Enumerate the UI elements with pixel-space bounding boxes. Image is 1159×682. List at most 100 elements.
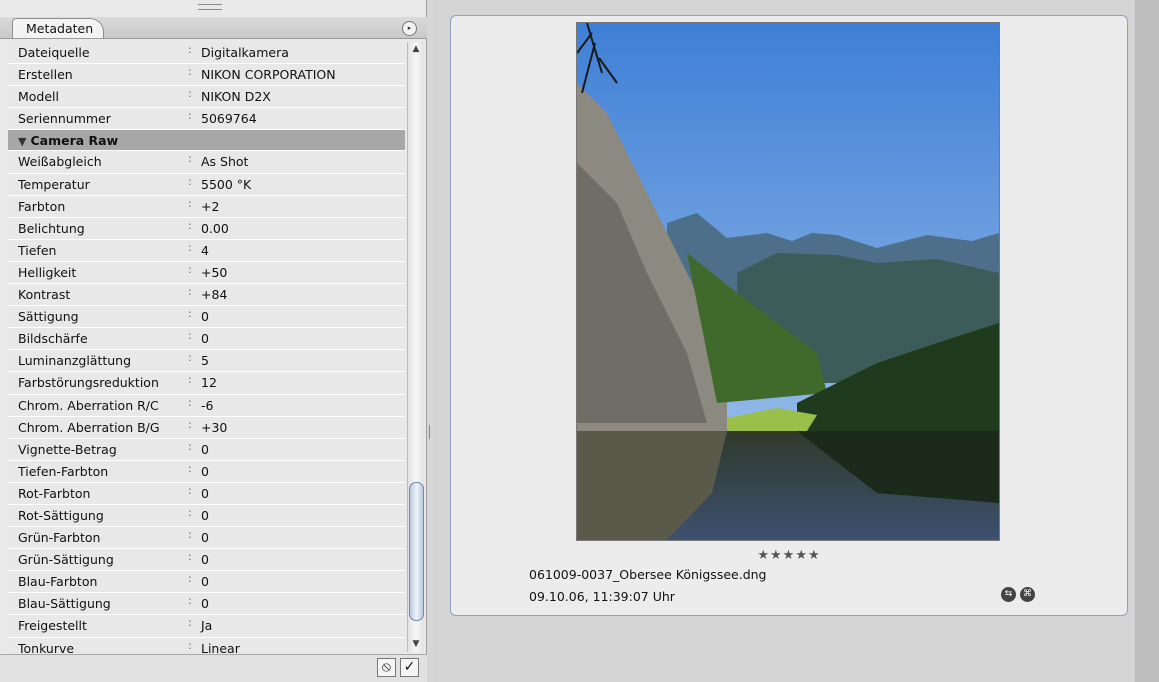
metadata-row: Tiefen-Farbton:0 — [8, 460, 405, 483]
metadata-separator: : — [188, 505, 192, 519]
metadata-label: Modell — [18, 89, 60, 105]
metadata-row: Farbstörungsreduktion:12 — [8, 372, 405, 395]
disclosure-triangle-icon[interactable]: ▼ — [18, 135, 26, 148]
metadata-row: Luminanzglättung:5 — [8, 350, 405, 373]
metadata-value: +30 — [201, 419, 228, 435]
metadata-separator: : — [188, 351, 192, 365]
metadata-separator: : — [188, 483, 192, 497]
metadata-label: Chrom. Aberration B/G — [18, 419, 160, 435]
metadata-separator: : — [188, 594, 192, 608]
metadata-row: Seriennummer:5069764 — [8, 108, 405, 131]
cancel-button[interactable]: ⦸ — [377, 658, 396, 677]
metadata-value: 5500 °K — [201, 176, 252, 192]
scroll-thumb[interactable] — [409, 482, 424, 621]
scrollbar[interactable]: ▲ ▼ — [407, 42, 424, 652]
metadata-separator: : — [188, 262, 192, 276]
metadata-label: Helligkeit — [18, 264, 77, 280]
landscape-photo — [577, 23, 999, 540]
metadata-label: Farbton — [18, 198, 66, 214]
panel-menu-icon[interactable]: ▸ — [402, 21, 417, 36]
metadata-value: 0 — [201, 309, 209, 325]
metadata-list: Dateiquelle: Digitalkamera Erstellen: NIKON… — [8, 42, 405, 682]
tab-metadata[interactable]: Metadaten — [12, 18, 104, 38]
metadata-label: Vignette-Betrag — [18, 441, 117, 457]
metadata-value: 0.00 — [201, 220, 229, 236]
metadata-label: Seriennummer — [18, 111, 111, 127]
photo-thumbnail[interactable] — [576, 22, 1000, 541]
metadata-value: Digitalkamera — [201, 45, 289, 60]
metadata-value: NIKON D2X — [201, 89, 271, 105]
thumbnail-card[interactable]: ★★★★★ 061009-0037_Obersee Königssee.dng … — [450, 15, 1128, 616]
metadata-separator: : — [188, 528, 192, 542]
metadata-label: Rot-Farbton — [18, 485, 91, 501]
panel-resize-grip[interactable] — [198, 4, 222, 10]
metadata-value: +2 — [201, 198, 220, 214]
metadata-row: Chrom. Aberration B/G: +30 — [8, 416, 405, 439]
metadata-separator: : — [188, 240, 192, 254]
metadata-separator: : — [188, 638, 192, 652]
metadata-row: Belichtung:0.00 — [8, 217, 405, 240]
right-panel-edge — [1135, 0, 1159, 682]
metadata-value: 12 — [201, 375, 217, 391]
scroll-down-arrow-icon[interactable]: ▼ — [408, 637, 424, 652]
metadata-value: 0 — [201, 485, 209, 501]
metadata-row: Grün-Sättigung:0 — [8, 549, 405, 572]
metadata-separator: : — [188, 550, 192, 564]
metadata-value: 0 — [201, 574, 209, 590]
metadata-separator: : — [188, 174, 192, 188]
metadata-separator: : — [188, 65, 192, 79]
metadata-row: Modell: NIKON D2X — [8, 86, 405, 109]
metadata-value: 0 — [201, 331, 209, 347]
capture-date: 09.10.06, 11:39:07 Uhr — [529, 589, 675, 604]
metadata-separator: : — [188, 87, 192, 101]
metadata-separator: : — [188, 461, 192, 475]
metadata-separator: : — [188, 152, 192, 166]
metadata-separator: : — [188, 329, 192, 343]
panel-tab-bar: Metadaten ▸ — [0, 17, 427, 39]
metadata-row: Chrom. Aberration R/C: -6 — [8, 394, 405, 417]
metadata-row: Rot-Farbton:0 — [8, 482, 405, 505]
content-area: ★★★★★ 061009-0037_Obersee Königssee.dng … — [433, 0, 1159, 682]
star-rating[interactable]: ★★★★★ — [451, 548, 1127, 563]
metadata-separator: : — [188, 285, 192, 299]
adjustments-badge-icon: ⇆ — [1001, 587, 1016, 602]
metadata-label: Belichtung — [18, 220, 85, 236]
metadata-row: Temperatur:5500 °K — [8, 173, 405, 196]
metadata-value: 5 — [201, 353, 209, 369]
metadata-row: Erstellen: NIKON CORPORATION — [8, 64, 405, 87]
metadata-separator: : — [188, 196, 192, 210]
metadata-label: Dateiquelle — [18, 45, 90, 60]
metadata-row: Weißabgleich: As Shot — [8, 151, 405, 174]
metadata-value: -6 — [201, 397, 214, 413]
cancel-icon: ⦸ — [381, 659, 392, 675]
apply-button[interactable]: ✓ — [400, 658, 419, 677]
crop-badge-icon: ⌘ — [1020, 587, 1035, 602]
metadata-value: NIKON CORPORATION — [201, 67, 336, 83]
metadata-label: Luminanzglättung — [18, 353, 132, 369]
scroll-up-arrow-icon[interactable]: ▲ — [408, 42, 424, 57]
metadata-row: Blau-Sättigung:0 — [8, 593, 405, 616]
file-name: 061009-0037_Obersee Königssee.dng — [529, 567, 767, 582]
metadata-row: Blau-Farbton:0 — [8, 571, 405, 594]
metadata-label: Weißabgleich — [18, 154, 102, 170]
metadata-label: Grün-Sättigung — [18, 552, 114, 568]
metadata-separator: : — [188, 109, 192, 123]
metadata-row: Sättigung:0 — [8, 306, 405, 329]
metadata-separator: : — [188, 395, 192, 409]
metadata-label: Temperatur — [18, 176, 90, 192]
panel-footer: ⦸ ✓ — [0, 654, 427, 682]
metadata-label: Blau-Farbton — [18, 574, 98, 590]
metadata-row: Rot-Sättigung:0 — [8, 504, 405, 528]
metadata-label: Tiefen-Farbton — [18, 463, 109, 479]
metadata-label: Kontrast — [18, 287, 71, 303]
metadata-separator: : — [188, 616, 192, 630]
metadata-row: Bildschärfe:0 — [8, 328, 405, 351]
metadata-label: Erstellen — [18, 67, 73, 83]
metadata-separator: : — [188, 218, 192, 232]
metadata-separator: : — [188, 572, 192, 586]
metadata-value: As Shot — [201, 154, 249, 170]
metadata-value: 0 — [201, 463, 209, 479]
section-header-camera-raw[interactable]: ▼ Camera Raw — [8, 130, 405, 152]
metadata-value: 0 — [201, 530, 209, 546]
metadata-separator: : — [188, 417, 192, 431]
